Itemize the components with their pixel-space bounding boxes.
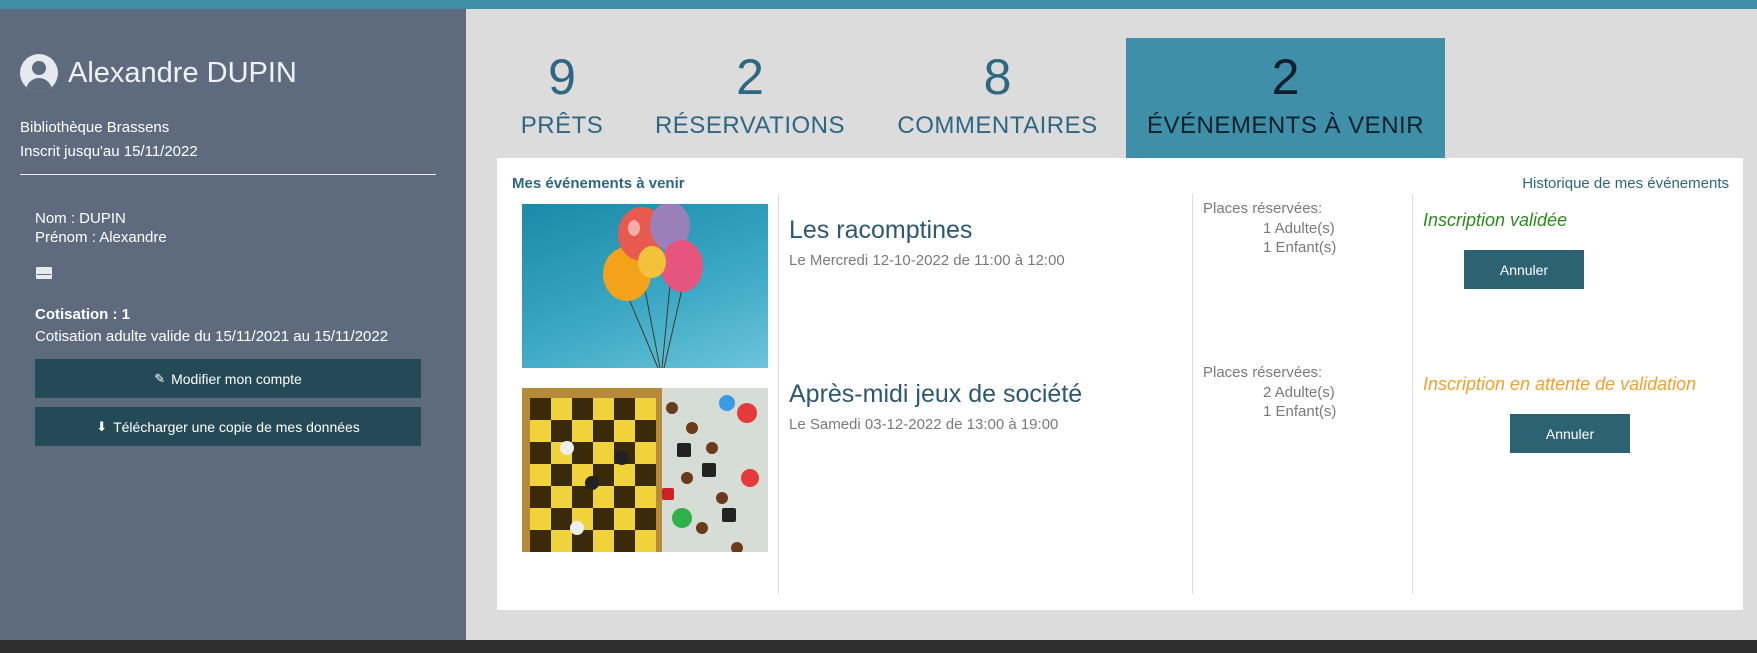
download-data-button[interactable]: ⬇ Télécharger une copie de mes données xyxy=(35,407,421,446)
column-divider xyxy=(1412,194,1413,594)
tab-comments[interactable]: 8 COMMENTAIRES xyxy=(880,38,1115,158)
adults-count: 2 Adulte(s) xyxy=(1263,384,1335,401)
event-title[interactable]: Après-midi jeux de société xyxy=(789,380,1082,409)
last-name-field: Nom : DUPIN xyxy=(35,210,126,227)
tab-label: RÉSERVATIONS xyxy=(654,112,846,139)
membership-expiry: Inscrit jusqu'au 15/11/2022 xyxy=(20,143,198,160)
top-accent-bar xyxy=(0,0,1757,9)
tab-reservations[interactable]: 2 RÉSERVATIONS xyxy=(645,38,855,158)
download-icon: ⬇ xyxy=(96,418,108,434)
edit-icon: ✎ xyxy=(154,370,166,386)
library-name: Bibliothèque Brassens xyxy=(20,119,170,136)
panel-title: Mes événements à venir xyxy=(512,175,685,192)
cancel-button[interactable]: Annuler xyxy=(1464,250,1584,289)
bottom-bar xyxy=(0,640,1757,653)
event-date: Le Samedi 03-12-2022 de 13:00 à 19:00 xyxy=(789,416,1059,433)
column-divider xyxy=(1192,194,1193,594)
events-history-link[interactable]: Historique de mes événements xyxy=(1522,175,1729,192)
registration-status: Inscription en attente de validation xyxy=(1423,374,1697,394)
registration-status: Inscription validée xyxy=(1423,210,1568,230)
children-count: 1 Enfant(s) xyxy=(1263,239,1337,256)
event-title[interactable]: Les racomptines xyxy=(789,216,972,245)
envelope-icon[interactable] xyxy=(36,267,52,279)
tab-label: ÉVÉNEMENTS À VENIR xyxy=(1146,112,1425,139)
column-divider xyxy=(778,194,779,594)
tab-count: 9 xyxy=(548,49,576,105)
tab-label: COMMENTAIRES xyxy=(897,112,1098,139)
account-sidebar: Alexandre DUPIN Bibliothèque Brassens In… xyxy=(0,9,466,640)
subscription-title: Cotisation : 1 xyxy=(35,306,131,323)
edit-account-label: Modifier mon compte xyxy=(171,370,302,387)
edit-account-button[interactable]: ✎ Modifier mon compte xyxy=(35,359,421,398)
places-label: Places réservées: xyxy=(1203,200,1323,217)
tab-upcoming-events[interactable]: 2 ÉVÉNEMENTS À VENIR xyxy=(1126,38,1445,158)
user-name: Alexandre DUPIN xyxy=(68,56,297,89)
tab-count: 2 xyxy=(1271,49,1300,105)
tab-label: PRÊTS xyxy=(520,112,604,139)
user-circle-icon xyxy=(20,54,58,92)
user-header: Alexandre DUPIN xyxy=(20,54,297,92)
first-name-field: Prénom : Alexandre xyxy=(35,229,167,246)
adults-count: 1 Adulte(s) xyxy=(1263,220,1335,237)
balloons-image xyxy=(522,204,768,368)
tab-count: 2 xyxy=(736,49,764,105)
places-label: Places réservées: xyxy=(1203,364,1323,381)
children-count: 1 Enfant(s) xyxy=(1263,403,1337,420)
divider xyxy=(20,174,436,175)
download-data-label: Télécharger une copie de mes données xyxy=(113,418,360,435)
tab-count: 8 xyxy=(983,49,1012,105)
subscription-details: Cotisation adulte valide du 15/11/2021 a… xyxy=(35,328,389,345)
board-games-image xyxy=(522,388,768,552)
upcoming-events-panel: Mes événements à venir Historique de mes… xyxy=(497,158,1743,610)
tab-loans[interactable]: 9 PRÊTS xyxy=(497,38,627,158)
cancel-button[interactable]: Annuler xyxy=(1510,414,1630,453)
event-date: Le Mercredi 12-10-2022 de 11:00 à 12:00 xyxy=(789,252,1065,269)
